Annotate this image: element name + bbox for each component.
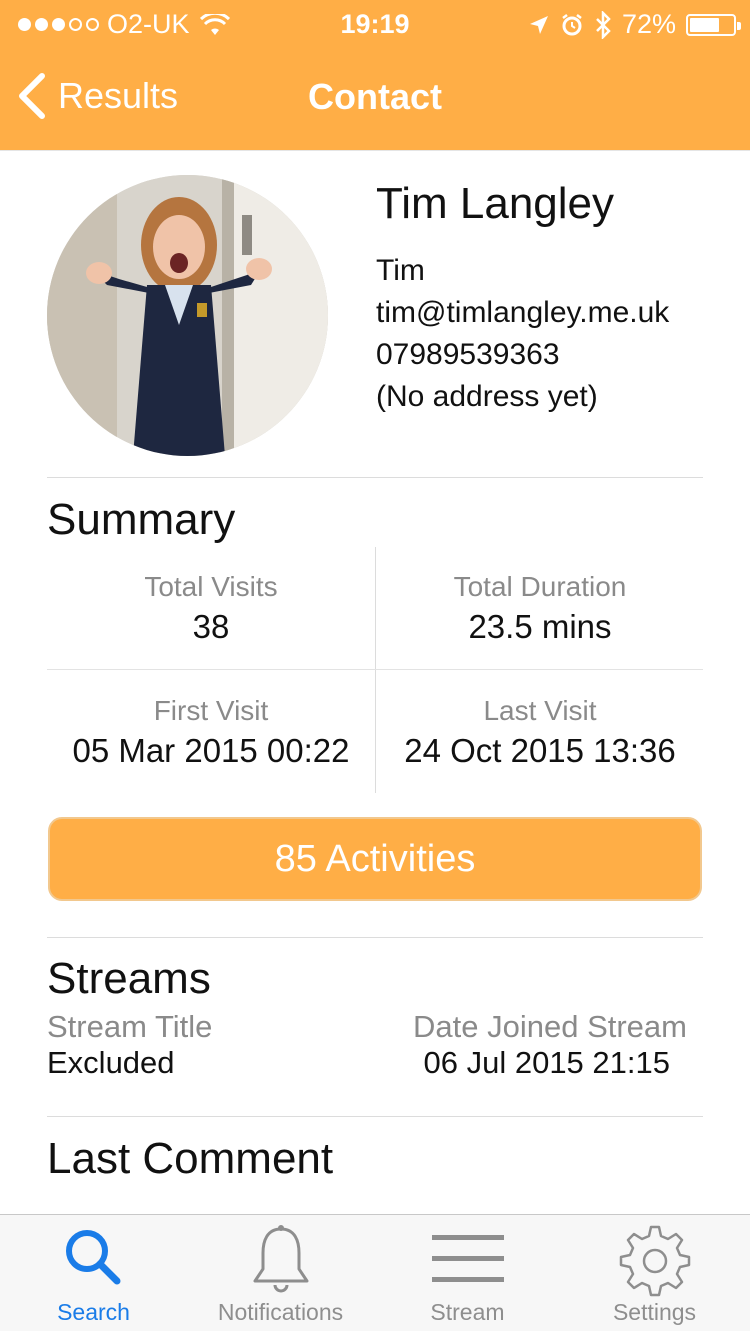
tab-stream-label: Stream — [430, 1299, 505, 1325]
summary-horizontal-divider — [47, 669, 703, 670]
tab-search-label: Search — [57, 1299, 130, 1325]
streams-title: Streams — [47, 954, 211, 1003]
last-visit-label: Last Visit — [483, 695, 597, 726]
tab-bar: Search Notifications Stream Settings — [0, 1214, 750, 1331]
total-visits-cell: Total Visits 38 — [47, 569, 375, 649]
summary-title: Summary — [47, 495, 236, 544]
tab-notifications[interactable]: Notifications — [187, 1215, 374, 1331]
page-title: Contact — [308, 76, 442, 117]
first-visit-cell: First Visit 05 Mar 2015 00:22 — [47, 693, 375, 773]
last-visit-value: 24 Oct 2015 13:36 — [404, 732, 676, 769]
contact-email[interactable]: tim@timlangley.me.uk — [376, 292, 706, 334]
navigation-bar: Results Contact — [0, 62, 750, 138]
tab-stream[interactable]: Stream — [374, 1215, 561, 1331]
divider — [47, 937, 703, 938]
alarm-clock-icon — [562, 13, 582, 35]
total-duration-cell: Total Duration 23.5 mins — [376, 569, 704, 649]
activities-button[interactable]: 85 Activities — [48, 817, 702, 901]
bell-icon — [253, 1225, 308, 1293]
stream-title-column-label: Stream Title — [47, 1009, 213, 1044]
tab-notifications-label: Notifications — [217, 1299, 344, 1325]
tab-settings-label: Settings — [612, 1299, 697, 1325]
contact-first-name: Tim — [376, 254, 425, 287]
date-joined-value: 06 Jul 2015 21:15 — [423, 1045, 671, 1080]
contact-phone[interactable]: 07989539363 — [376, 334, 706, 376]
battery-icon — [686, 13, 741, 36]
contact-name: Tim Langley — [376, 179, 615, 228]
stream-title-value: Excluded — [47, 1045, 175, 1080]
divider — [47, 1116, 703, 1117]
search-icon — [65, 1230, 120, 1285]
status-bar: O2-UK 19:19 72% — [0, 0, 750, 50]
menu-lines-icon — [431, 1235, 504, 1282]
first-visit-label: First Visit — [153, 695, 269, 726]
total-duration-label: Total Duration — [453, 571, 627, 602]
total-visits-value: 38 — [192, 608, 230, 645]
header: O2-UK 19:19 72% Results Contact — [0, 0, 750, 151]
last-comment-title: Last Comment — [47, 1134, 334, 1183]
gear-icon — [619, 1225, 690, 1297]
tab-search[interactable]: Search — [0, 1215, 187, 1331]
divider — [47, 477, 703, 478]
contact-details: Tim Langley Tim tim@timlangley.me.uk 079… — [376, 178, 706, 418]
first-visit-value: 05 Mar 2015 00:22 — [72, 732, 350, 769]
tab-settings[interactable]: Settings — [561, 1215, 748, 1331]
avatar-photo — [47, 175, 328, 456]
last-visit-cell: Last Visit 24 Oct 2015 13:36 — [376, 693, 704, 773]
total-duration-value: 23.5 mins — [468, 608, 612, 645]
contact-address: (No address yet) — [376, 380, 598, 413]
location-arrow-icon — [529, 15, 548, 34]
bluetooth-icon — [596, 10, 611, 39]
battery-percentage: 72% — [621, 9, 676, 39]
date-joined-column-label: Date Joined Stream — [413, 1009, 687, 1044]
total-visits-label: Total Visits — [144, 571, 278, 602]
contact-avatar — [47, 175, 328, 456]
